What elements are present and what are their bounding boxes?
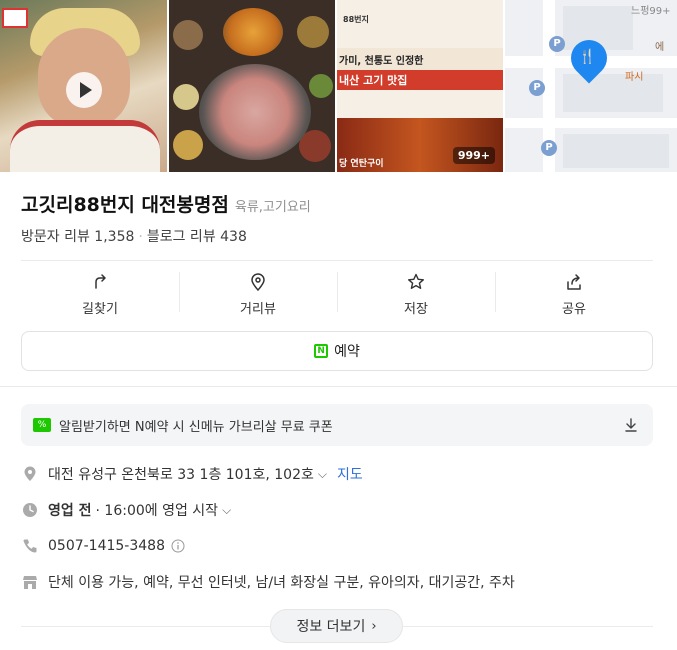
share-icon [567,273,581,290]
poster-headline: 내산 고기 맛집 [339,74,408,87]
share-label: 공유 [562,301,586,317]
video-thumbnail[interactable] [0,0,167,172]
thumbnail-tag [2,8,28,28]
coupon-icon: % [33,418,51,432]
grill-with-meat [199,64,311,160]
action-bar: 길찾기 거리뷰 저장 공유 [21,262,653,326]
reserve-label: 예약 [334,344,360,360]
phone-row: 0507-1415-3488 [21,537,187,555]
save-label: 저장 [404,301,428,317]
map-link[interactable]: 지도 [337,464,363,484]
divider [21,260,653,261]
side-dish [297,16,329,48]
hours-detail: · 16:00에 영업 시작 [95,503,219,519]
place-header: 고깃리88번지 대전봉명점 육류,고기요리 [21,190,311,217]
soup-dish [223,8,283,56]
location-pin-icon [251,272,265,291]
directions-label: 길찾기 [82,301,118,317]
poster-photo[interactable]: 88번지 가미, 천통도 인정한 내산 고기 맛집 당 연탄구이 999+ [337,0,503,172]
streetview-label: 거리뷰 [240,301,276,317]
coupon-banner[interactable]: % 알림받기하면 N예약 시 신메뉴 가브리살 무료 쿠폰 [21,404,653,446]
address-text: 대전 유성구 온천북로 33 1층 101호, 102호 [48,467,314,483]
food-photo[interactable] [169,0,335,172]
poster-subtitle: 가미, 천통도 인정한 [339,56,424,67]
info-icon[interactable] [169,537,187,555]
download-icon[interactable] [623,417,639,433]
location-icon [21,465,39,483]
share-button[interactable]: 공유 [495,262,653,326]
streetview-button[interactable]: 거리뷰 [179,262,337,326]
place-name: 고깃리88번지 대전봉명점 [21,194,229,216]
map-label: 파시 [625,72,644,83]
hours-status: 영업 전 [48,503,92,519]
directions-button[interactable]: 길찾기 [21,262,179,326]
directions-icon [95,273,106,289]
more-info-button[interactable]: 정보 더보기 › [270,609,403,643]
poster-footer: 당 연탄구이 [339,159,384,169]
side-dish [173,20,203,50]
parking-icon: P [541,140,557,156]
store-icon [21,573,39,591]
side-dish [173,84,199,110]
place-category: 육류,고기요리 [234,200,311,215]
visitor-reviews-link[interactable]: 방문자 리뷰 1,358 [21,229,134,245]
parking-icon: P [529,80,545,96]
photo-gallery: 88번지 가미, 천통도 인정한 내산 고기 맛집 당 연탄구이 999+ P … [0,0,677,172]
side-dish [173,130,203,160]
side-dish [309,74,333,98]
reserve-button[interactable]: N 예약 [21,331,653,371]
blog-reviews-link[interactable]: 블로그 리뷰 438 [147,229,247,245]
phone-number[interactable]: 0507-1415-3488 [48,538,165,554]
map-road [505,118,677,128]
chevron-right-icon: › [371,618,377,634]
section-divider [0,386,677,387]
amenities-text: 단체 이용 가능, 예약, 무선 인터넷, 남/녀 화장실 구분, 유아의자, … [48,575,515,591]
address-row: 대전 유성구 온천북로 33 1층 101호, 102호 ⌵ 지도 [21,464,363,484]
review-separator: · [138,229,143,245]
map-label: 에 [655,42,665,53]
phone-icon [21,537,39,555]
photo-count-badge[interactable]: 999+ [452,147,495,164]
chevron-down-icon[interactable]: ⌵ [222,503,231,518]
parking-icon: P [549,36,565,52]
star-icon [408,273,424,289]
clock-icon [21,501,39,519]
review-summary: 방문자 리뷰 1,358 · 블로그 리뷰 438 [21,226,247,246]
naver-booking-icon: N [314,344,329,358]
map-block [563,74,663,112]
poster-brand: 88번지 [343,15,369,24]
map-thumbnail[interactable]: P P P 🍴 에 파시 느펑99+ [505,0,677,172]
save-button[interactable]: 저장 [337,262,495,326]
map-label: 느펑99+ [631,6,671,17]
hours-row[interactable]: 영업 전 · 16:00에 영업 시작 ⌵ [21,500,231,520]
play-icon[interactable] [66,72,102,108]
chevron-down-icon[interactable]: ⌵ [318,467,327,482]
more-info-label: 정보 더보기 [296,619,366,635]
coupon-text: 알림받기하면 N예약 시 신메뉴 가브리살 무료 쿠폰 [59,419,333,435]
thumbnail-shirt [10,120,160,172]
amenities-row: 단체 이용 가능, 예약, 무선 인터넷, 남/녀 화장실 구분, 유아의자, … [21,572,515,592]
map-block [563,134,669,168]
